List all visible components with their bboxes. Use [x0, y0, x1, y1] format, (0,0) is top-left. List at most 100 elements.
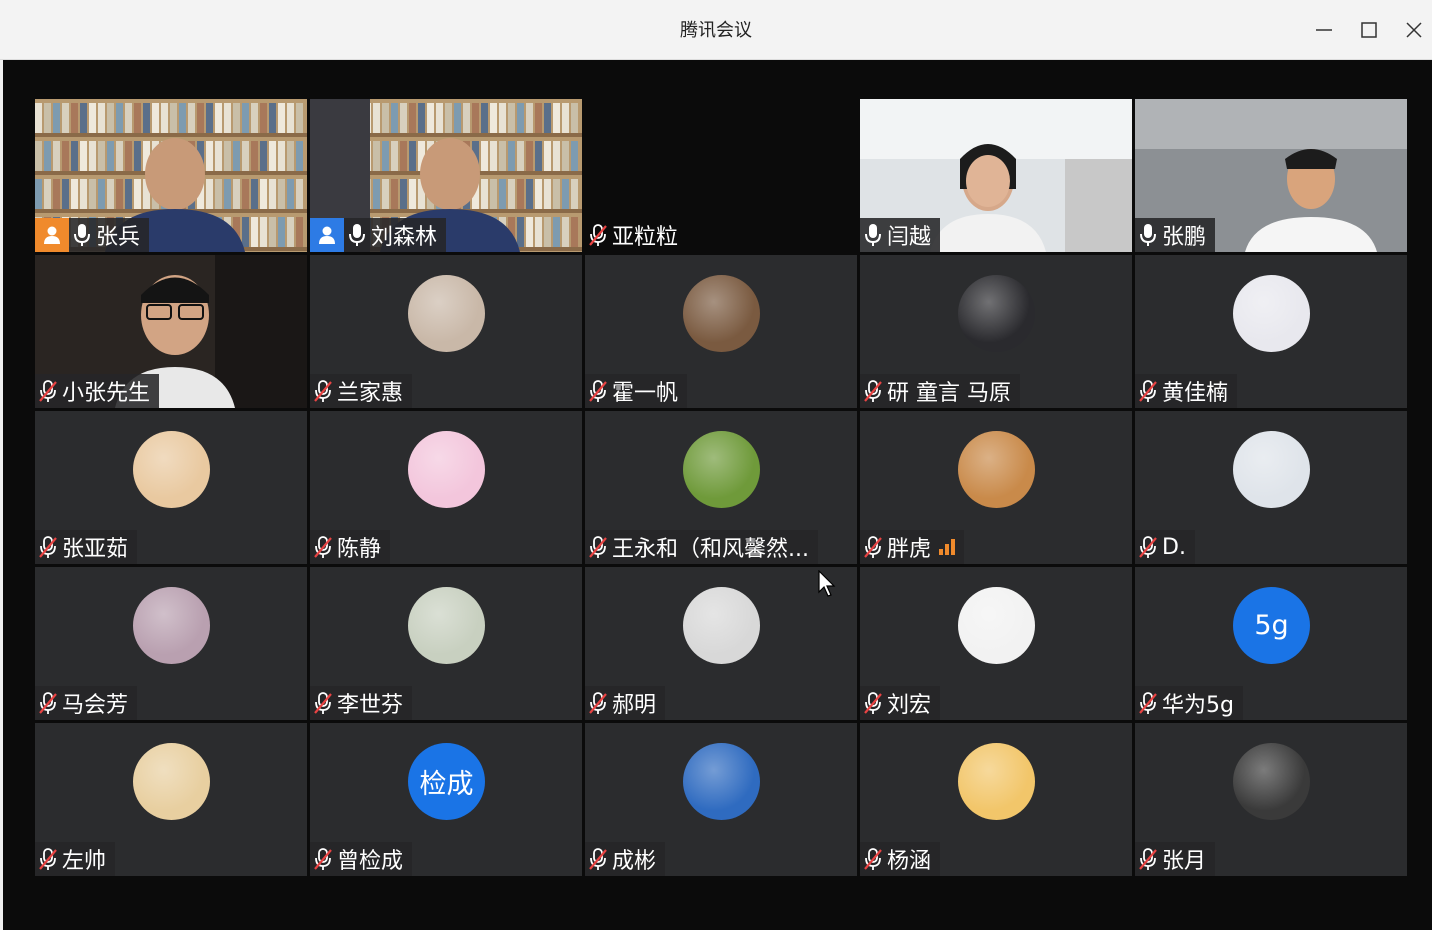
name-bar: 黄佳楠 [1135, 374, 1238, 408]
avatar [408, 587, 485, 664]
participant-tile[interactable]: 亚粒粒 [585, 99, 857, 252]
maximize-icon [1361, 22, 1377, 38]
participant-tile[interactable]: 研 童言 马原 [860, 255, 1132, 408]
title-bar: 腾讯会议 [0, 0, 1432, 60]
participant-name: 研 童言 马原 [887, 381, 1011, 406]
name-bar: 杨涵 [860, 842, 941, 876]
microphone-muted-icon [35, 374, 61, 408]
avatar [1233, 275, 1310, 352]
participant-name: 兰家惠 [337, 381, 404, 406]
name-bar: 华为5g [1135, 686, 1243, 720]
avatar: 检成 [408, 743, 485, 820]
avatar [958, 743, 1035, 820]
participant-tile[interactable]: 张月 [1135, 723, 1407, 876]
avatar [683, 743, 760, 820]
participant-name: D. [1162, 534, 1186, 560]
participant-tile[interactable]: 王永和（和风馨然... [585, 411, 857, 564]
microphone-muted-icon [1135, 530, 1161, 564]
minimize-icon [1316, 29, 1332, 31]
participant-tile[interactable]: 刘宏 [860, 567, 1132, 720]
participant-name: 陈静 [337, 537, 382, 562]
microphone-icon [344, 218, 370, 252]
participant-tile[interactable]: 刘森林 [310, 99, 582, 252]
participant-name: 黄佳楠 [1162, 381, 1229, 406]
microphone-muted-icon [310, 374, 336, 408]
host-person-icon [310, 218, 344, 252]
participant-name: 马会芳 [62, 693, 129, 718]
microphone-muted-icon [1135, 842, 1161, 876]
microphone-muted-icon [1135, 686, 1161, 720]
microphone-icon [1135, 218, 1161, 252]
participant-name: 王永和（和风馨然... [612, 537, 809, 562]
participant-tile[interactable]: 5g 华为5g [1135, 567, 1407, 720]
participant-tile[interactable]: 成彬 [585, 723, 857, 876]
participant-name: 小张先生 [62, 381, 151, 406]
avatar [408, 275, 485, 352]
participant-tile[interactable]: 兰家惠 [310, 255, 582, 408]
avatar [1233, 431, 1310, 508]
name-bar: 研 童言 马原 [860, 374, 1020, 408]
microphone-muted-icon [585, 842, 611, 876]
name-bar: 张月 [1135, 842, 1216, 876]
participant-tile[interactable]: 张鹏 [1135, 99, 1407, 252]
participant-tile[interactable]: 李世芬 [310, 567, 582, 720]
participant-name: 闫越 [887, 225, 932, 250]
participant-tile[interactable]: 马会芳 [35, 567, 307, 720]
participant-tile[interactable]: 陈静 [310, 411, 582, 564]
participant-name: 张兵 [96, 225, 141, 250]
microphone-muted-icon [310, 686, 336, 720]
microphone-muted-icon [585, 530, 611, 564]
name-bar: 刘宏 [860, 686, 941, 720]
participant-name: 张月 [1162, 849, 1207, 874]
microphone-muted-icon [310, 842, 336, 876]
name-bar: 李世芬 [310, 686, 413, 720]
name-bar: 陈静 [310, 530, 391, 564]
avatar [408, 431, 485, 508]
name-bar: 张兵 [35, 218, 150, 252]
participant-name: 张亚茹 [62, 537, 129, 562]
participant-name: 李世芬 [337, 693, 404, 718]
window-title: 腾讯会议 [680, 20, 752, 41]
participant-tile[interactable]: 闫越 [860, 99, 1132, 252]
minimize-button[interactable] [1308, 14, 1340, 46]
name-bar: 霍一帆 [585, 374, 688, 408]
microphone-muted-icon [585, 218, 611, 252]
avatar [683, 275, 760, 352]
participant-tile[interactable]: 检成曾检成 [310, 723, 582, 876]
participant-tile[interactable]: 霍一帆 [585, 255, 857, 408]
name-bar: 左帅 [35, 842, 116, 876]
avatar-text: 5g [1254, 610, 1289, 641]
name-bar: 胖虎 [860, 530, 965, 564]
name-bar: 成彬 [585, 842, 666, 876]
participant-tile[interactable]: 黄佳楠 [1135, 255, 1407, 408]
avatar [1233, 743, 1310, 820]
microphone-muted-icon [860, 530, 886, 564]
microphone-muted-icon [860, 374, 886, 408]
participant-name: 曾检成 [337, 849, 404, 874]
avatar [683, 431, 760, 508]
participant-name: 华为5g [1162, 693, 1234, 718]
participant-tile[interactable]: 杨涵 [860, 723, 1132, 876]
avatar [958, 587, 1035, 664]
participant-name: 郝明 [612, 693, 657, 718]
maximize-button[interactable] [1353, 14, 1385, 46]
name-bar: D. [1135, 530, 1195, 564]
avatar [133, 431, 210, 508]
microphone-muted-icon [585, 686, 611, 720]
participant-tile[interactable]: 左帅 [35, 723, 307, 876]
participant-tile[interactable]: 张亚茹 [35, 411, 307, 564]
participant-tile[interactable]: 胖虎 [860, 411, 1132, 564]
participant-tile[interactable]: D. [1135, 411, 1407, 564]
avatar [133, 743, 210, 820]
participant-name: 成彬 [612, 849, 657, 874]
close-button[interactable] [1398, 14, 1430, 46]
participant-tile[interactable]: 小张先生 [35, 255, 307, 408]
close-icon [1406, 22, 1422, 38]
participant-tile[interactable]: 张兵 [35, 99, 307, 252]
participant-name: 杨涵 [887, 849, 932, 874]
name-bar: 郝明 [585, 686, 666, 720]
avatar [958, 431, 1035, 508]
participant-name: 左帅 [62, 849, 107, 874]
name-bar: 张亚茹 [35, 530, 138, 564]
name-bar: 兰家惠 [310, 374, 413, 408]
